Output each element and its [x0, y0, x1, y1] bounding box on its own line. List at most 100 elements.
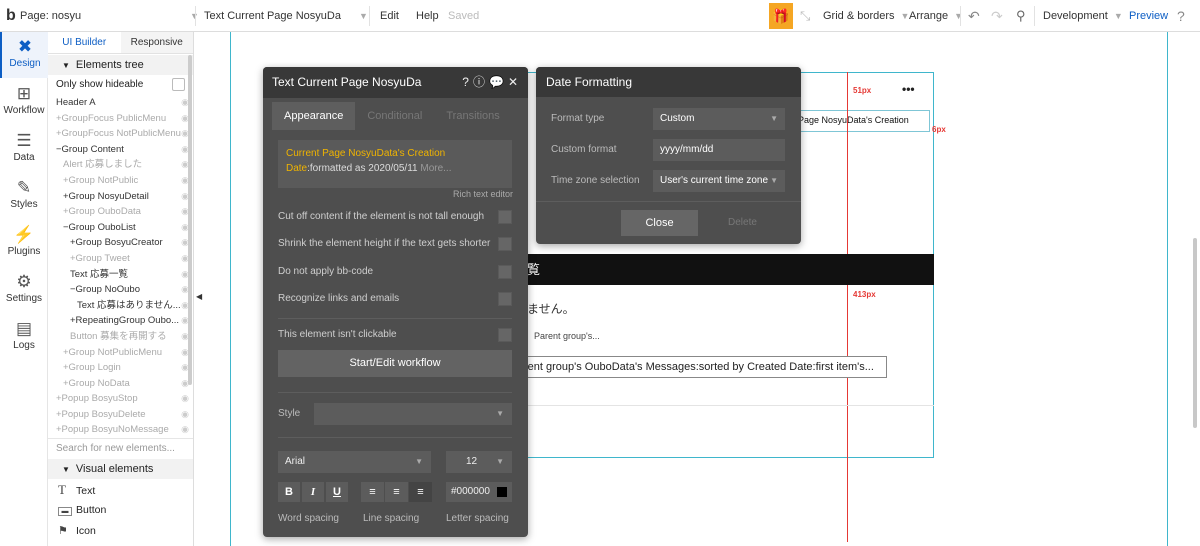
bubble-logo[interactable]: b: [6, 0, 16, 32]
checkbox[interactable]: [498, 237, 512, 251]
cursor-off-icon[interactable]: ⤡: [800, 0, 810, 32]
tree-item[interactable]: +Group NotPublicMenu ◉: [48, 345, 193, 361]
align-center-icon[interactable]: ≡: [385, 482, 408, 502]
tree-item[interactable]: +Group BosyuCreator ◉: [48, 235, 193, 251]
tree-item[interactable]: +Group OuboData ◉: [48, 204, 193, 220]
tab-transitions[interactable]: Transitions: [434, 102, 511, 130]
help-icon[interactable]: ?: [462, 75, 473, 89]
tree-item[interactable]: +Group Tweet ◉: [48, 251, 193, 267]
info-icon[interactable]: ⓘ: [473, 75, 489, 89]
rail-plugins[interactable]: ⚡ Plugins: [0, 220, 48, 266]
font-color-field[interactable]: #000000: [446, 482, 512, 502]
tab-responsive[interactable]: Responsive: [120, 32, 193, 53]
preview-button[interactable]: Preview: [1129, 0, 1168, 32]
tree-item[interactable]: +RepeatingGroup Oubo... ◉: [48, 313, 193, 329]
only-hideable-toggle[interactable]: Only show hideable: [48, 75, 193, 95]
tree-item[interactable]: −Group OuboList ◉: [48, 220, 193, 236]
checkbox-no-bbcode[interactable]: Do not apply bb-code: [278, 264, 512, 280]
checkbox[interactable]: [498, 265, 512, 279]
page-selector-caret[interactable]: ▼: [184, 0, 199, 32]
tree-scrollbar[interactable]: [188, 55, 192, 385]
visual-element-icon[interactable]: ⚑ Icon: [48, 521, 193, 542]
elements-tree-header[interactable]: ▼ Elements tree: [48, 55, 193, 75]
visual-element-button[interactable]: ▬ Button: [48, 500, 193, 521]
search-elements-input[interactable]: Search for new elements...: [48, 438, 193, 458]
delete-button[interactable]: Delete: [728, 217, 757, 228]
grid-borders-menu[interactable]: Grid & borders ▼: [823, 0, 909, 32]
checkbox[interactable]: [498, 328, 512, 342]
arrange-menu[interactable]: Arrange ▼: [909, 0, 963, 32]
collapse-panel-icon[interactable]: ◀: [196, 292, 202, 301]
help-icon[interactable]: ?: [1177, 0, 1185, 32]
italic-button[interactable]: I: [302, 482, 324, 502]
tree-item[interactable]: +Group Login ◉: [48, 360, 193, 376]
tree-item[interactable]: +Group NotPublic ◉: [48, 173, 193, 189]
more-options-icon[interactable]: •••: [902, 82, 915, 96]
tree-item[interactable]: Alert 応募しました ◉: [48, 157, 193, 173]
font-size-select[interactable]: 12 ▼: [446, 451, 512, 473]
tab-conditional[interactable]: Conditional: [355, 102, 434, 130]
property-editor-header[interactable]: Text Current Page NosyuDa ?ⓘ💬✕: [263, 67, 528, 98]
rich-text-content-field[interactable]: Current Page NosyuData's Creation Date:f…: [278, 140, 512, 188]
close-icon[interactable]: ✕: [508, 75, 522, 89]
rail-settings[interactable]: ⚙ Settings: [0, 267, 48, 313]
color-swatch[interactable]: [497, 487, 507, 497]
align-left-icon[interactable]: ≡: [361, 482, 384, 502]
selected-text-element[interactable]: t Page NosyuData's Creation: [792, 110, 930, 132]
checkbox-recognize-links[interactable]: Recognize links and emails: [278, 291, 512, 307]
timezone-select[interactable]: User's current time zone ▼: [653, 170, 785, 192]
format-type-select[interactable]: Custom ▼: [653, 108, 785, 130]
tree-item[interactable]: +Popup BosyuNoMessage ◉: [48, 422, 193, 438]
align-right-icon[interactable]: ≡: [409, 482, 432, 502]
custom-format-input[interactable]: yyyy/mm/dd: [653, 139, 785, 161]
checkbox-not-clickable[interactable]: This element isn't clickable: [278, 327, 512, 343]
date-formatting-header[interactable]: Date Formatting: [536, 67, 801, 97]
rail-workflow[interactable]: ⊞ Workflow: [0, 79, 48, 125]
underline-button[interactable]: U: [326, 482, 348, 502]
checkbox[interactable]: [172, 78, 185, 91]
tree-item[interactable]: +Group NosyuDetail ◉: [48, 189, 193, 205]
tree-item[interactable]: Header A ◉: [48, 95, 193, 111]
search-icon[interactable]: ⚲: [1016, 0, 1026, 32]
checkbox-shrink-height[interactable]: Shrink the element height if the text ge…: [278, 236, 512, 252]
close-button[interactable]: Close: [621, 210, 698, 236]
visual-elements-header[interactable]: ▼ Visual elements: [48, 459, 193, 480]
element-selector[interactable]: Text Current Page NosyuDa: [204, 0, 341, 32]
visual-element-text[interactable]: T Text: [48, 479, 193, 500]
rail-design[interactable]: ✖ Design: [0, 32, 48, 78]
comment-icon[interactable]: 💬: [489, 75, 508, 89]
tree-item[interactable]: −Group Content ◉: [48, 142, 193, 158]
tree-item[interactable]: +Popup BosyuStop ◉: [48, 391, 193, 407]
bold-button[interactable]: B: [278, 482, 300, 502]
style-select[interactable]: ▼: [314, 403, 512, 425]
tree-item[interactable]: Button 募集を再開する ◉: [48, 329, 193, 345]
tree-item[interactable]: Text 応募はありません... ◉: [48, 298, 193, 314]
tree-item[interactable]: +Group NoData ◉: [48, 376, 193, 392]
canvas-scrollbar[interactable]: [1193, 238, 1197, 428]
font-family-select[interactable]: Arial ▼: [278, 451, 431, 473]
eye-icon[interactable]: ◉: [181, 391, 189, 407]
undo-icon[interactable]: ↶: [968, 0, 980, 32]
tab-appearance[interactable]: Appearance: [272, 102, 356, 130]
element-selector-caret[interactable]: ▼: [353, 0, 368, 32]
checkbox[interactable]: [498, 292, 512, 306]
tree-item[interactable]: Text 応募一覧 ◉: [48, 267, 193, 283]
tree-item[interactable]: −Group NoOubo ◉: [48, 282, 193, 298]
redo-icon[interactable]: ↷: [991, 0, 1003, 32]
help-menu[interactable]: Help: [416, 0, 439, 32]
tab-ui-builder[interactable]: UI Builder: [48, 32, 121, 53]
eye-icon[interactable]: ◉: [181, 407, 189, 423]
checkbox-cut-off-content[interactable]: Cut off content if the element is not ta…: [278, 209, 512, 225]
rail-data[interactable]: ☰ Data: [0, 126, 48, 172]
page-selector[interactable]: Page: nosyu: [20, 0, 81, 32]
tree-item[interactable]: +Popup BosyuDelete ◉: [48, 407, 193, 423]
edit-menu[interactable]: Edit: [380, 0, 399, 32]
eye-icon[interactable]: ◉: [181, 422, 189, 438]
development-menu[interactable]: Development ▼: [1043, 0, 1123, 32]
tree-item[interactable]: +GroupFocus NotPublicMenu ◉: [48, 126, 193, 142]
gift-icon[interactable]: 🎁: [769, 3, 793, 29]
rail-styles[interactable]: ✎ Styles: [0, 173, 48, 219]
checkbox[interactable]: [498, 210, 512, 224]
start-edit-workflow-button[interactable]: Start/Edit workflow: [278, 350, 512, 377]
tree-item[interactable]: +GroupFocus PublicMenu ◉: [48, 111, 193, 127]
